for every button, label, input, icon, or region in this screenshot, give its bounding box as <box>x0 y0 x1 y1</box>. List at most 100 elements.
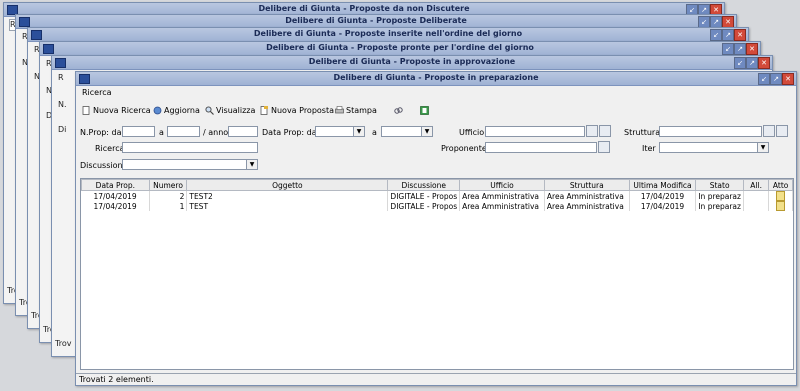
refresh-icon <box>153 106 162 114</box>
discussione-label: Discussione <box>80 161 128 170</box>
chevron-down-icon: ▼ <box>353 127 364 136</box>
data-prop-a-label: a <box>372 128 377 137</box>
close-icon[interactable]: ✕ <box>746 43 758 55</box>
cell-ultima-modifica: 17/04/2019 <box>629 190 697 201</box>
close-icon[interactable]: ✕ <box>734 29 746 41</box>
new-proposal-icon <box>260 105 268 115</box>
window-title: Delibere di Giunta - Proposte inserite n… <box>253 29 523 38</box>
table-row[interactable]: 17/04/2019 2 TEST2 DIGITALE - Propos Are… <box>81 190 793 201</box>
table-row[interactable]: 17/04/2019 1 TEST DIGITALE - Propos Area… <box>81 201 793 211</box>
proponente-label: Proponente <box>441 144 487 153</box>
anno-label: / anno <box>203 128 229 137</box>
struttura-label: Struttura <box>624 128 661 137</box>
chevron-down-icon: ▼ <box>246 160 257 169</box>
maximize-icon[interactable]: ↗ <box>746 57 758 69</box>
cell-atto[interactable] <box>768 190 793 201</box>
column-header[interactable]: Numero <box>148 179 188 191</box>
status-fragment: Trov <box>55 339 72 348</box>
cell-data-prop: 17/04/2019 <box>81 190 150 201</box>
maximize-icon[interactable]: ↗ <box>770 73 782 85</box>
column-header[interactable]: Ufficio <box>459 179 545 191</box>
excel-icon <box>420 105 429 115</box>
iter-label: Iter <box>642 144 656 153</box>
close-icon[interactable]: ✕ <box>782 73 794 85</box>
visualizza-label: Visualizza <box>216 105 256 115</box>
cell-oggetto: TEST2 <box>186 190 389 201</box>
titlebar[interactable]: Delibere di Giunta - Proposte in prepara… <box>76 72 796 86</box>
toolbar: Nuova Ricerca Aggiorna Visualizza Nuova … <box>76 102 796 118</box>
fragment-text: Di <box>58 125 67 134</box>
menu-ricerca[interactable]: Ricerca <box>82 88 112 97</box>
titlebar[interactable]: Delibere di Giunta - Proposte in approva… <box>52 56 772 70</box>
column-header[interactable]: Discussione <box>387 179 461 191</box>
aggiorna-label: Aggiorna <box>164 105 200 115</box>
ufficio-label: Ufficio <box>459 128 485 137</box>
window-in-preparazione: Delibere di Giunta - Proposte in prepara… <box>75 71 797 386</box>
cell-ufficio: Area Amministrativa <box>459 190 545 201</box>
status-text: Trovati 2 elementi. <box>79 375 154 384</box>
status-bar: Trovati 2 elementi. <box>76 373 796 385</box>
iter-select[interactable]: ▼ <box>659 142 769 153</box>
data-prop-da-select[interactable]: ▼ <box>315 126 365 137</box>
nprop-da-input[interactable] <box>122 126 155 137</box>
close-icon[interactable]: ✕ <box>758 57 770 69</box>
nuova-proposta-button[interactable]: Nuova Proposta <box>260 104 334 116</box>
maximize-icon[interactable]: ↗ <box>722 29 734 41</box>
link-button[interactable] <box>394 104 403 116</box>
cell-discussione: DIGITALE - Propos <box>387 201 461 211</box>
struttura-input[interactable] <box>659 126 762 137</box>
titlebar[interactable]: Delibere di Giunta - Proposte inserite n… <box>28 28 748 42</box>
column-header[interactable]: Stato <box>695 179 744 191</box>
column-header[interactable]: Ultima Modifica <box>628 179 697 191</box>
column-header[interactable]: All. <box>742 179 770 191</box>
cell-stato: In preparaz <box>695 201 744 211</box>
cell-atto[interactable] <box>768 201 793 211</box>
cell-numero: 2 <box>149 190 188 201</box>
visualizza-button[interactable]: Visualizza <box>205 104 255 116</box>
data-prop-a-select[interactable]: ▼ <box>381 126 433 137</box>
ricerca-input[interactable] <box>122 142 258 153</box>
new-document-icon <box>82 105 90 115</box>
anno-input[interactable] <box>228 126 258 137</box>
proponente-search-icon[interactable] <box>598 141 610 153</box>
cell-ufficio: Area Amministrativa <box>459 201 545 211</box>
printer-icon <box>335 105 344 113</box>
minimize-icon[interactable]: ↙ <box>734 57 746 69</box>
excel-button[interactable] <box>420 104 429 116</box>
cell-oggetto: TEST <box>186 201 389 211</box>
struttura-list-icon[interactable] <box>776 125 788 137</box>
aggiorna-button[interactable]: Aggiorna <box>153 104 200 116</box>
titlebar[interactable]: Delibere di Giunta - Proposte pronte per… <box>40 42 760 56</box>
column-header[interactable]: Oggetto <box>186 179 389 191</box>
document-icon[interactable] <box>776 191 786 201</box>
window-title: Delibere di Giunta - Proposte in prepara… <box>333 73 539 82</box>
link-icon <box>394 106 403 114</box>
minimize-icon[interactable]: ↙ <box>758 73 770 85</box>
column-header[interactable]: Data Prop. <box>81 179 150 191</box>
nuova-proposta-label: Nuova Proposta <box>271 105 334 115</box>
stampa-label: Stampa <box>346 105 377 115</box>
discussione-select[interactable]: ▼ <box>122 159 258 170</box>
proponente-input[interactable] <box>485 142 597 153</box>
nprop-a-label: a <box>159 128 164 137</box>
column-header[interactable]: Atto <box>768 179 793 191</box>
nuova-ricerca-button[interactable]: Nuova Ricerca <box>82 104 151 116</box>
struttura-search-icon[interactable] <box>763 125 775 137</box>
stampa-button[interactable]: Stampa <box>335 104 377 116</box>
nprop-a-input[interactable] <box>167 126 200 137</box>
minimize-icon[interactable]: ↙ <box>710 29 722 41</box>
ufficio-input[interactable] <box>485 126 585 137</box>
column-header[interactable]: Struttura <box>543 179 630 191</box>
ufficio-search-icon[interactable] <box>586 125 598 137</box>
chevron-down-icon: ▼ <box>757 143 768 152</box>
cell-data-prop: 17/04/2019 <box>81 201 150 211</box>
document-icon[interactable] <box>776 201 786 211</box>
minimize-icon[interactable]: ↙ <box>722 43 734 55</box>
window-title: Delibere di Giunta - Proposte pronte per… <box>266 43 534 52</box>
ufficio-list-icon[interactable] <box>599 125 611 137</box>
table-header: Data Prop. Numero Oggetto Discussione Uf… <box>81 179 793 191</box>
cell-allegati <box>743 190 770 201</box>
chevron-down-icon: ▼ <box>421 127 432 136</box>
maximize-icon[interactable]: ↗ <box>734 43 746 55</box>
cell-allegati <box>743 201 770 211</box>
